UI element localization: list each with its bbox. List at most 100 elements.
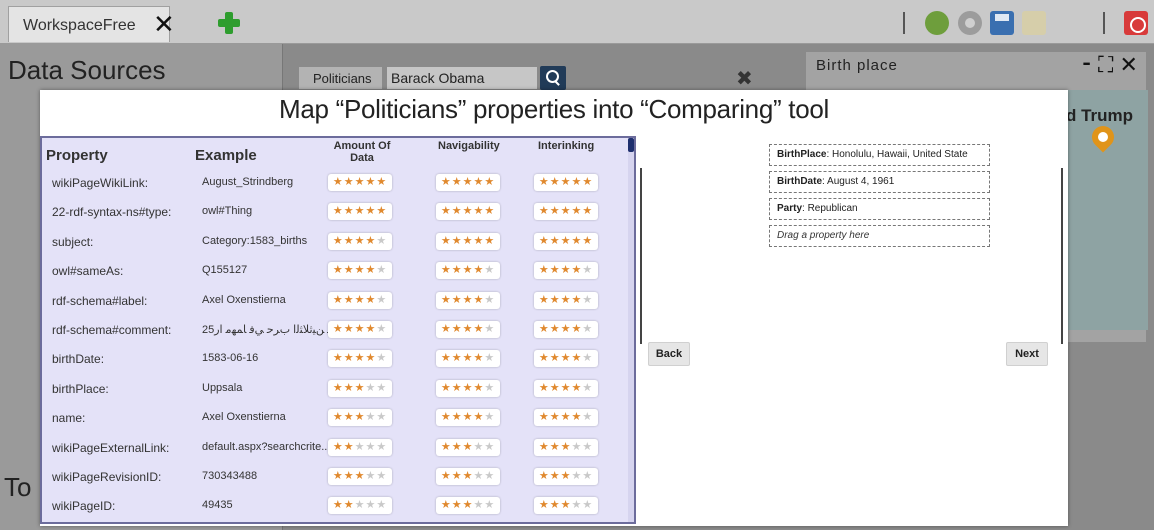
refresh-icon[interactable] [925,11,949,35]
star-icon: ★ [343,499,355,512]
table-row[interactable]: wikiPageRevisionID: 730343488 ★★★★★ ★★★★★ ★★… [42,466,634,492]
star-icon: ★ [440,176,452,188]
star-icon: ★ [473,440,485,453]
star-icon: ★ [343,205,355,218]
property-name: subject: [52,234,94,249]
table-row[interactable]: birthPlace: Uppsala ★★★★★ ★★★★★ ★★★★★ [42,378,634,404]
property-drop-target[interactable]: Drag a property here [769,225,990,247]
panel-controls-icon[interactable]: ⁃ ⛶ ✕ [1081,52,1138,78]
star-icon: ★ [582,293,594,306]
folder-icon[interactable] [1022,11,1046,35]
table-row[interactable]: rdf-schema#comment: 25ﺎﻣﺎﻋ ﻦﯿﺛﻼﺜﻟا بﺮﺣ ﻲﻓ… [42,319,634,345]
table-row[interactable]: wikiPageID: 49435 ★★★★★ ★★★★★ ★★★★★ [42,495,634,521]
gear-icon[interactable] [958,11,982,35]
star-icon: ★ [560,264,572,277]
star-icon: ★ [440,499,452,512]
star-icon: ★ [451,470,463,482]
interlinking-rating: ★★★★★ [534,379,598,397]
star-icon: ★ [343,381,355,394]
amount-rating: ★★★★★ [328,438,392,456]
star-icon: ★ [473,323,485,335]
star-icon: ★ [332,352,344,365]
next-button[interactable]: Next [1006,342,1048,366]
navigability-rating: ★★★★★ [436,379,500,397]
mapped-property-slot[interactable]: Party: Republican [769,198,990,220]
property-example: 25ﺎﻣﺎﻋ ﻦﯿﺛﻼﺜﻟا بﺮﺣ ﻲﻓ ﺎﻤﮭﻣ ار. [202,324,328,336]
dialog-title: Map “Politicians” properties into “Compa… [278,94,829,124]
star-icon: ★ [473,205,485,218]
star-icon: ★ [582,176,594,188]
star-icon: ★ [582,234,594,247]
table-row[interactable]: wikiPageWikiLink: August_Strindberg ★★★★★ ★… [42,172,634,198]
star-icon: ★ [571,411,583,424]
close-icon[interactable]: ✕ [153,11,175,37]
star-icon: ★ [365,293,377,306]
table-row[interactable]: birthDate: 1583-06-16 ★★★★★ ★★★★★ ★★★★★ [42,348,634,374]
scrollbar-thumb[interactable] [628,138,634,152]
star-icon: ★ [473,411,485,424]
table-row[interactable]: owl#sameAs: Q155127 ★★★★★ ★★★★★ ★★★★★ [42,260,634,286]
birth-place-title: Birth place [816,57,898,74]
star-icon: ★ [332,176,344,188]
interlinking-rating: ★★★★★ [534,321,598,338]
mapped-property-slot[interactable]: BirthPlace: Honolulu, Hawaii, United Sta… [769,144,990,166]
star-icon: ★ [549,499,561,512]
back-button[interactable]: Back [648,342,690,366]
star-icon: ★ [571,293,583,306]
toolbar-divider [903,12,905,34]
tab-workspace[interactable]: WorkspaceFree ✕ [8,6,175,42]
star-icon: ★ [484,499,496,512]
star-icon: ★ [571,323,583,335]
star-icon: ★ [582,205,594,218]
star-icon: ★ [462,381,474,394]
star-icon: ★ [484,352,496,365]
scrollbar[interactable] [628,138,634,522]
header-example: Example [195,147,257,164]
star-icon: ★ [571,440,583,453]
star-icon: ★ [549,293,561,306]
table-row[interactable]: wikiPageExternalLink: default.aspx?search… [42,437,634,463]
navigability-rating: ★★★★★ [436,203,500,221]
star-icon: ★ [560,293,572,306]
star-icon: ★ [571,264,583,277]
clear-search-icon[interactable]: ✖ [736,66,753,91]
star-icon: ★ [473,264,485,277]
search-input[interactable]: Barack Obama [386,66,538,90]
search-icon[interactable] [540,66,566,90]
star-icon: ★ [462,205,474,218]
star-icon: ★ [549,352,561,365]
star-icon: ★ [571,205,583,218]
star-icon: ★ [332,470,344,482]
table-row[interactable]: name: Axel Oxenstierna ★★★★★ ★★★★★ ★★★★★ [42,407,634,433]
star-icon: ★ [332,234,344,247]
header-navigability: Navigability [438,140,500,152]
table-row[interactable]: rdf-schema#label: Axel Oxenstierna ★★★★★ ★★… [42,290,634,316]
star-icon: ★ [365,470,377,482]
star-icon: ★ [484,264,496,277]
star-icon: ★ [332,323,344,335]
star-icon: ★ [354,381,366,394]
star-icon: ★ [376,381,388,394]
navigability-rating: ★★★★★ [436,438,500,456]
add-workspace-icon[interactable] [216,10,242,36]
star-icon: ★ [343,352,355,365]
star-icon: ★ [538,323,550,335]
star-icon: ★ [451,352,463,365]
star-icon: ★ [538,205,550,218]
mapped-property-slot[interactable]: BirthDate: August 4, 1961 [769,171,990,193]
star-icon: ★ [462,323,474,335]
star-icon: ★ [462,176,474,188]
table-row[interactable]: 22-rdf-syntax-ns#type: owl#Thing ★★★★★ ★★★★… [42,201,634,227]
save-icon[interactable] [990,11,1014,35]
table-header: Property Example Amount Of Data Navigabi… [42,138,634,172]
star-icon: ★ [462,264,474,277]
search-category[interactable]: Politicians [298,66,383,90]
star-icon: ★ [376,411,388,424]
navigability-rating: ★★★★★ [436,321,500,338]
property-name: wikiPageExternalLink: [52,440,170,455]
power-icon[interactable] [1124,11,1148,35]
star-icon: ★ [440,381,452,394]
star-icon: ★ [484,440,496,453]
table-row[interactable]: subject: Category:1583_births ★★★★★ ★★★★★ ★★… [42,231,634,257]
mapped-value: : August 4, 1961 [822,176,895,187]
